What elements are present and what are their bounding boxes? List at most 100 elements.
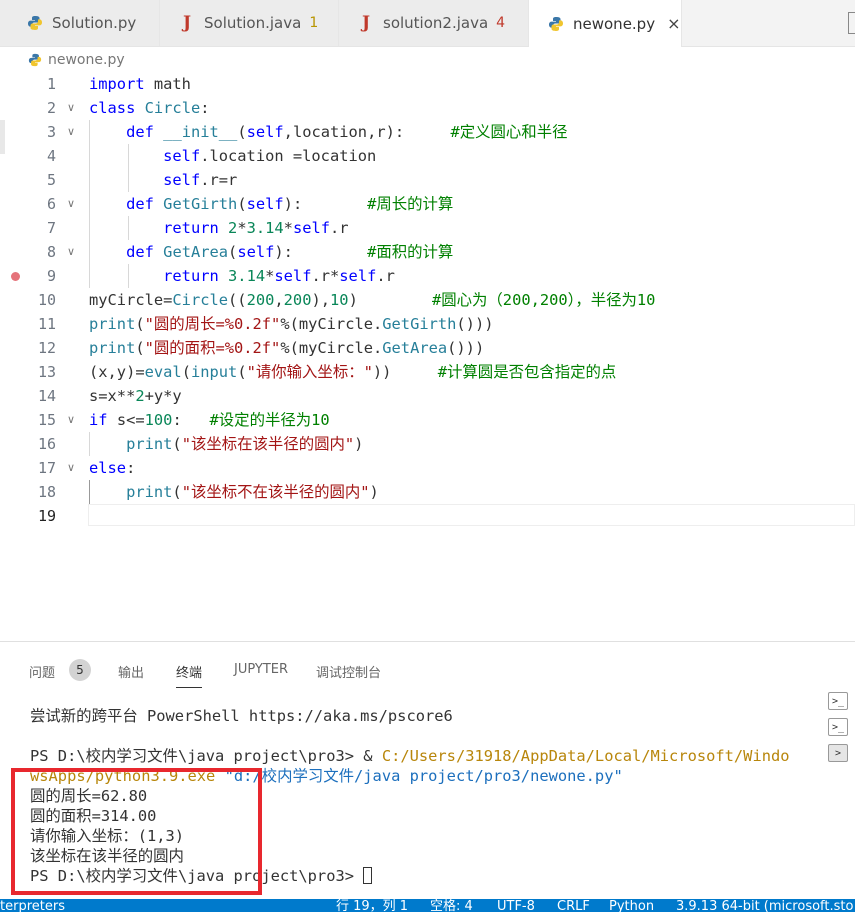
problem-count-badge: 4 [496,15,506,31]
code-line[interactable]: 1 import math [0,72,855,96]
code-line[interactable]: 4 self.location =location [0,144,855,168]
code-line[interactable]: 13 (x,y)=eval(input("请你输入坐标：")) #计算圆是否包含… [0,360,855,384]
code-text: class Circle: [89,99,210,117]
panel-divider[interactable] [0,641,855,642]
tab-label: Solution.java [204,14,302,32]
breadcrumb[interactable]: newone.py [28,50,125,70]
code-text: def __init__(self,location,r): #定义圆心和半径 [126,123,568,141]
terminal-list: >_ >_ > [828,692,850,770]
line-number: 5 [46,171,56,189]
code-text: else: [89,459,136,477]
line-number: 10 [37,291,56,309]
code-text: print("该坐标不在该半径的圆内") [126,483,379,501]
code-line[interactable]: 11 print("圆的周长=%0.2f"%(myCircle.GetGirth… [0,312,855,336]
code-line[interactable]: 7 return 2*3.14*self.r [0,216,855,240]
java-icon: J [182,13,192,33]
tab-terminal[interactable]: 终端 [176,662,203,688]
code-line[interactable]: 17 ∨ else: [0,456,855,480]
code-text: if s<=100: #设定的半径为10 [89,411,330,429]
line-number: 9 [46,267,56,285]
tab-solution-java[interactable]: J Solution.java 1 [160,0,339,46]
terminal-icon[interactable]: >_ [828,692,848,710]
close-icon[interactable]: × [667,14,680,33]
code-text: print("圆的周长=%0.2f"%(myCircle.GetGirth())… [89,315,494,333]
code-line[interactable]: 15 ∨ if s<=100: #设定的半径为10 [0,408,855,432]
line-number: 2 [46,99,56,117]
terminal-cursor [363,867,373,884]
code-line[interactable]: 16 print("该坐标在该半径的圆内") [0,432,855,456]
chevron-down-icon[interactable]: ∨ [67,192,81,216]
status-indentation[interactable]: 空格: 4 [430,900,473,912]
tab-label: Solution.py [52,14,137,32]
chevron-down-icon[interactable]: ∨ [67,240,81,264]
code-text: def GetArea(self): #面积的计算 [126,243,454,261]
tab-newone-py[interactable]: newone.py × [529,0,682,47]
tab-label: newone.py [573,14,656,33]
code-line[interactable]: 14 s=x**2+y*y [0,384,855,408]
code-line[interactable]: 18 print("该坐标不在该半径的圆内") [0,480,855,504]
split-editor-icon[interactable] [848,12,855,34]
chevron-down-icon[interactable]: ∨ [67,408,81,432]
line-number: 14 [37,387,56,405]
code-text: print("圆的面积=%0.2f"%(myCircle.GetArea())) [89,339,485,357]
code-text: self.location =location [163,147,377,165]
code-line[interactable]: 10 myCircle=Circle((200,200),10) #圆心为（20… [0,288,855,312]
problem-count-badge: 1 [309,15,319,31]
line-number: 12 [37,339,56,357]
line-number: 15 [37,411,56,429]
code-editor[interactable]: 1 import math 2 ∨ class Circle: 3 ∨ def … [0,72,855,632]
line-number: 4 [46,147,56,165]
editor-tab-bar: Solution.py J Solution.java 1 J solution… [0,0,855,47]
line-number: 19 [37,507,56,525]
line-number: 7 [46,219,56,237]
line-number: 11 [37,315,56,333]
code-line-current[interactable]: 19 [0,504,855,528]
code-text: import math [89,75,191,93]
python-icon [547,15,565,33]
line-number: 18 [37,483,56,501]
chevron-down-icon[interactable]: ∨ [67,96,81,120]
chevron-down-icon[interactable]: ∨ [67,456,81,480]
tab-output[interactable]: 输出 [118,662,144,681]
line-number: 6 [46,195,56,213]
terminal-line: 尝试新的跨平台 PowerShell https://aka.ms/pscore… [30,707,453,725]
code-line[interactable]: 5 self.r=r [0,168,855,192]
code-text: (x,y)=eval(input("请你输入坐标：")) #计算圆是否包含指定的… [89,363,617,381]
code-line[interactable]: 6 ∨ def GetGirth(self): #周长的计算 [0,192,855,216]
java-icon: J [361,13,371,33]
code-line[interactable]: 8 ∨ def GetArea(self): #面积的计算 [0,240,855,264]
line-number: 16 [37,435,56,453]
status-eol[interactable]: CRLF [557,900,590,912]
status-interpreters[interactable]: terpreters [0,900,65,912]
terminal-icon[interactable]: >_ [828,718,848,736]
line-number: 8 [46,243,56,261]
status-language[interactable]: Python [609,900,654,912]
code-line[interactable]: 2 ∨ class Circle: [0,96,855,120]
line-number: 1 [46,75,56,93]
terminal-icon[interactable]: > [828,744,848,762]
tab-solution-py[interactable]: Solution.py [0,0,160,46]
chevron-down-icon[interactable]: ∨ [67,120,81,144]
code-text: return 3.14*self.r*self.r [163,267,395,285]
code-line[interactable]: 9 return 3.14*self.r*self.r [0,264,855,288]
code-line[interactable]: 3 ∨ def __init__(self,location,r): #定义圆心… [0,120,855,144]
tab-jupyter[interactable]: JUPYTER [234,662,288,677]
line-number: 17 [37,459,56,477]
tab-problems[interactable]: 问题 [29,662,55,681]
tab-debug-console[interactable]: 调试控制台 [316,662,381,681]
status-interpreter[interactable]: 3.9.13 64-bit (microsoft.sto [676,900,853,912]
current-line-highlight [88,504,855,526]
terminal-arg: "d:/校内学习文件/java project/pro3/newone.py" [224,767,623,785]
tab-solution2-java[interactable]: J solution2.java 4 [339,0,529,46]
terminal-line: PS D:\校内学习文件\java project\pro3> & C:/Use… [30,746,820,766]
code-text: s=x**2+y*y [89,387,182,405]
annotation-box [11,768,262,895]
terminal-prompt: PS D:\校内学习文件\java project\pro3> [30,747,364,765]
problems-count-badge: 5 [69,659,91,681]
python-icon [26,14,44,32]
code-line[interactable]: 12 print("圆的面积=%0.2f"%(myCircle.GetArea(… [0,336,855,360]
code-text: def GetGirth(self): #周长的计算 [126,195,454,213]
status-cursor-position[interactable]: 行 19，列 1 [336,900,408,912]
line-number: 3 [46,123,56,141]
status-encoding[interactable]: UTF-8 [497,900,535,912]
